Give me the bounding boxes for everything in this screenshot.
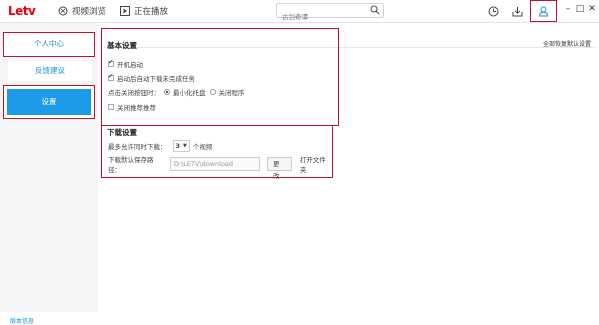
letv-logo[interactable]: Letv [8, 4, 36, 18]
select-value: 3 [175, 142, 181, 150]
search-icon[interactable] [370, 5, 380, 15]
chevron-down-icon: ▼ [183, 143, 187, 149]
play-icon [120, 6, 130, 16]
download-icon [512, 6, 522, 16]
sidebar-item-label: 设置 [7, 89, 91, 115]
resume-download-checkbox[interactable] [108, 72, 114, 81]
close-recommend-option[interactable]: 关闭推荐推荐 [108, 102, 156, 112]
default-path-label: 下载默认保存路径： [108, 156, 154, 174]
user-center-button[interactable] [530, 0, 557, 22]
open-folder-link[interactable]: 打开文件夹 [300, 154, 332, 174]
close-recommend-checkbox[interactable] [108, 104, 114, 110]
close-action-label: 点击关闭按钮时： [108, 89, 160, 97]
search-input[interactable] [277, 10, 370, 24]
change-path-button[interactable]: 更改 [266, 157, 292, 180]
settings-panel: 全部恢复默认设置 基本设置 开机启动 启动后自动下载未完成任务 点击关闭按钮时：… [99, 23, 599, 312]
default-path-row: 下载默认保存路径： D:\LETV\download 更改 打开文件夹 [108, 154, 332, 180]
close-button[interactable]: ✕ [587, 4, 597, 14]
nav-now-playing[interactable]: 正在播放 [120, 3, 168, 19]
restore-defaults-link[interactable]: 全部恢复默认设置 [543, 39, 591, 48]
maximize-button[interactable]: □ [575, 4, 585, 14]
option-label: 关闭推荐推荐 [117, 104, 156, 112]
sidebar-item-feedback[interactable]: 反馈建议 [8, 61, 92, 81]
browse-icon [58, 6, 68, 16]
search-box [276, 3, 384, 24]
history-button[interactable] [484, 2, 502, 20]
section-title: 下载设置 [107, 128, 137, 137]
option-label: 开机启动 [117, 61, 143, 69]
radio-label: 最小化托盘 [173, 89, 206, 97]
basic-settings-section: 基本设置 开机启动 启动后自动下载未完成任务 点击关闭按钮时： 最小化托盘 关闭… [101, 28, 339, 126]
user-icon [538, 6, 549, 16]
max-concurrent-select[interactable]: 3 ▼ [172, 140, 190, 152]
section-title: 基本设置 [107, 41, 137, 50]
nav-video-browse[interactable]: 视频浏览 [58, 3, 106, 19]
auto-start-option[interactable]: 开机启动 [108, 58, 143, 69]
default-path-field[interactable]: D:\LETV\download [169, 157, 260, 171]
sidebar: 个人中心 反馈建议 设置 版本信息 [0, 23, 98, 325]
version-info-link[interactable]: 版本信息 [10, 316, 34, 325]
option-label: 启动后自动下载未完成任务 [117, 75, 195, 83]
nav-label: 视频浏览 [72, 7, 107, 17]
auto-start-checkbox[interactable] [108, 58, 114, 67]
history-icon [488, 6, 498, 16]
unit-label: 个视频 [192, 143, 213, 151]
resume-download-option[interactable]: 启动后自动下载未完成任务 [108, 72, 195, 83]
minimize-button[interactable]: – [563, 4, 573, 14]
exit-program-radio[interactable] [209, 89, 216, 95]
sidebar-item-settings[interactable]: 设置 [3, 85, 95, 119]
max-concurrent-label: 最多允许同时下载： [108, 143, 167, 151]
top-bar: Letv 视频浏览 正在播放 古剑奇谭 – □ ✕ [0, 0, 599, 24]
download-settings-section: 下载设置 最多允许同时下载： 3 ▼ 个视频 下载默认保存路径： D:\LETV… [101, 125, 333, 180]
close-action-row: 点击关闭按钮时： 最小化托盘 关闭程序 [108, 87, 245, 97]
max-concurrent-row: 最多允许同时下载： 3 ▼ 个视频 [108, 140, 212, 152]
radio-label: 关闭程序 [218, 89, 245, 97]
nav-label: 正在播放 [134, 7, 169, 17]
sidebar-item-personal-center[interactable]: 个人中心 [3, 32, 95, 57]
minimize-tray-radio[interactable] [164, 89, 170, 95]
download-manager-button[interactable] [508, 2, 526, 20]
